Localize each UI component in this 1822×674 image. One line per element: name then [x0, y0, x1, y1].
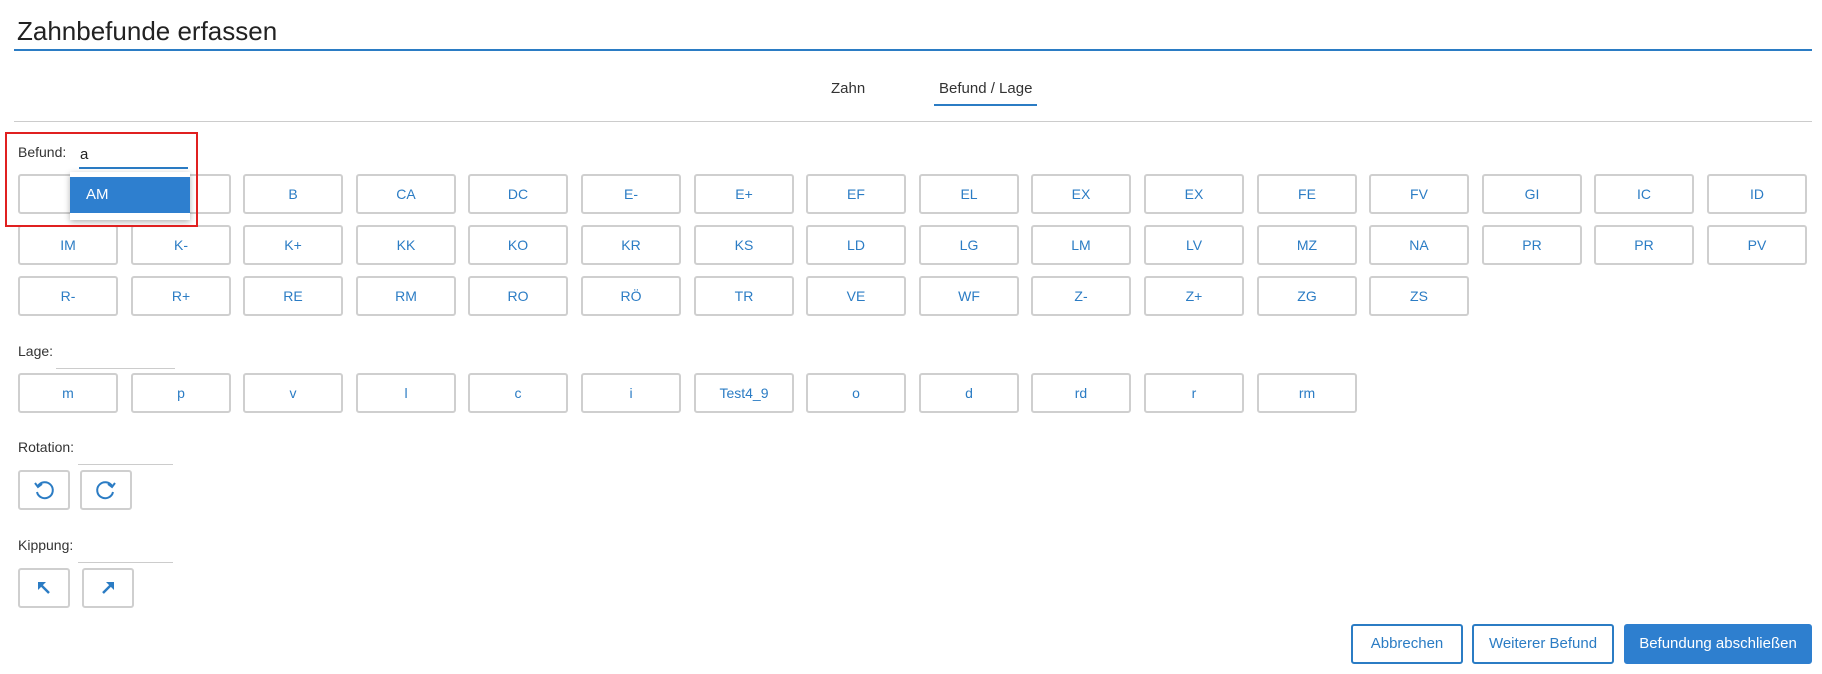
befund-button[interactable]: CA	[356, 174, 456, 214]
lage-button[interactable]: v	[243, 373, 343, 413]
befund-button[interactable]: KS	[694, 225, 794, 265]
next-finding-button[interactable]: Weiterer Befund	[1472, 624, 1614, 664]
lage-button[interactable]: o	[806, 373, 906, 413]
befund-button[interactable]: RO	[468, 276, 568, 316]
rotate-clockwise-button[interactable]	[80, 470, 132, 510]
lage-button[interactable]: p	[131, 373, 231, 413]
befund-button[interactable]: VE	[806, 276, 906, 316]
arrow-up-left-icon	[38, 582, 50, 594]
befund-button[interactable]: KR	[581, 225, 681, 265]
befund-button[interactable]: IC	[1594, 174, 1694, 214]
tab-bar: Zahn Befund / Lage	[0, 80, 1822, 108]
befund-button[interactable]: EX	[1144, 174, 1244, 214]
rotate-counterclockwise-button[interactable]	[18, 470, 70, 510]
befund-button[interactable]: NA	[1369, 225, 1469, 265]
befund-button[interactable]: R-	[18, 276, 118, 316]
befund-button[interactable]: ZS	[1369, 276, 1469, 316]
befund-button[interactable]: PV	[1707, 225, 1807, 265]
tab-zahn[interactable]: Zahn	[827, 80, 869, 105]
befund-button[interactable]: MZ	[1257, 225, 1357, 265]
befund-button[interactable]: K+	[243, 225, 343, 265]
befund-button[interactable]: RE	[243, 276, 343, 316]
rotate-counterclockwise-icon	[34, 481, 54, 500]
page-title: Zahnbefunde erfassen	[17, 16, 278, 46]
befund-button[interactable]: ZG	[1257, 276, 1357, 316]
befund-label: Befund:	[18, 144, 67, 160]
befund-button[interactable]: LM	[1031, 225, 1131, 265]
befund-button[interactable]: TR	[694, 276, 794, 316]
title-underline	[14, 49, 1812, 51]
kippung-underline	[78, 562, 173, 563]
befund-button[interactable]: LG	[919, 225, 1019, 265]
befund-button[interactable]: LD	[806, 225, 906, 265]
befund-button[interactable]: RÖ	[581, 276, 681, 316]
tilt-left-button[interactable]	[18, 568, 70, 608]
arrow-up-right-icon	[102, 582, 114, 594]
befund-button[interactable]: FV	[1369, 174, 1469, 214]
lage-button[interactable]: rm	[1257, 373, 1357, 413]
rotate-clockwise-icon	[96, 481, 116, 500]
lage-underline	[56, 368, 175, 369]
befund-button[interactable]: IM	[18, 225, 118, 265]
rotation-label: Rotation:	[18, 439, 75, 455]
lage-button[interactable]: l	[356, 373, 456, 413]
kippung-label: Kippung:	[18, 537, 74, 553]
befund-button[interactable]: K-	[131, 225, 231, 265]
befund-button[interactable]: GI	[1482, 174, 1582, 214]
lage-button[interactable]: d	[919, 373, 1019, 413]
lage-button[interactable]: m	[18, 373, 118, 413]
befund-button[interactable]: B	[243, 174, 343, 214]
befund-button[interactable]: KK	[356, 225, 456, 265]
autocomplete-dropdown: AM	[70, 172, 190, 220]
befund-button[interactable]: ID	[1707, 174, 1807, 214]
befund-button[interactable]: KO	[468, 225, 568, 265]
befund-button[interactable]: LV	[1144, 225, 1244, 265]
lage-button[interactable]: i	[581, 373, 681, 413]
autocomplete-option[interactable]: AM	[70, 177, 190, 213]
tab-befund-lage[interactable]: Befund / Lage	[934, 80, 1038, 106]
finish-button[interactable]: Befundung abschließen	[1624, 624, 1812, 664]
befund-button[interactable]: EX	[1031, 174, 1131, 214]
befund-button[interactable]: Z+	[1144, 276, 1244, 316]
lage-button[interactable]: Test4_9	[694, 373, 794, 413]
befund-button[interactable]: EL	[919, 174, 1019, 214]
befund-button[interactable]: FE	[1257, 174, 1357, 214]
befund-button[interactable]: PR	[1482, 225, 1582, 265]
tilt-right-button[interactable]	[82, 568, 134, 608]
befund-button[interactable]: PR	[1594, 225, 1694, 265]
befund-button[interactable]: E-	[581, 174, 681, 214]
befund-button[interactable]: E+	[694, 174, 794, 214]
befund-button[interactable]: RM	[356, 276, 456, 316]
befund-button[interactable]: WF	[919, 276, 1019, 316]
lage-button[interactable]: c	[468, 373, 568, 413]
befund-input[interactable]	[79, 141, 188, 169]
befund-button[interactable]: R+	[131, 276, 231, 316]
lage-button[interactable]: r	[1144, 373, 1244, 413]
lage-button[interactable]: rd	[1031, 373, 1131, 413]
befund-button[interactable]: DC	[468, 174, 568, 214]
rotation-underline	[78, 464, 173, 465]
cancel-button[interactable]: Abbrechen	[1351, 624, 1463, 664]
befund-button[interactable]: EF	[806, 174, 906, 214]
divider	[14, 121, 1812, 122]
lage-label: Lage:	[18, 343, 54, 359]
befund-button[interactable]: Z-	[1031, 276, 1131, 316]
